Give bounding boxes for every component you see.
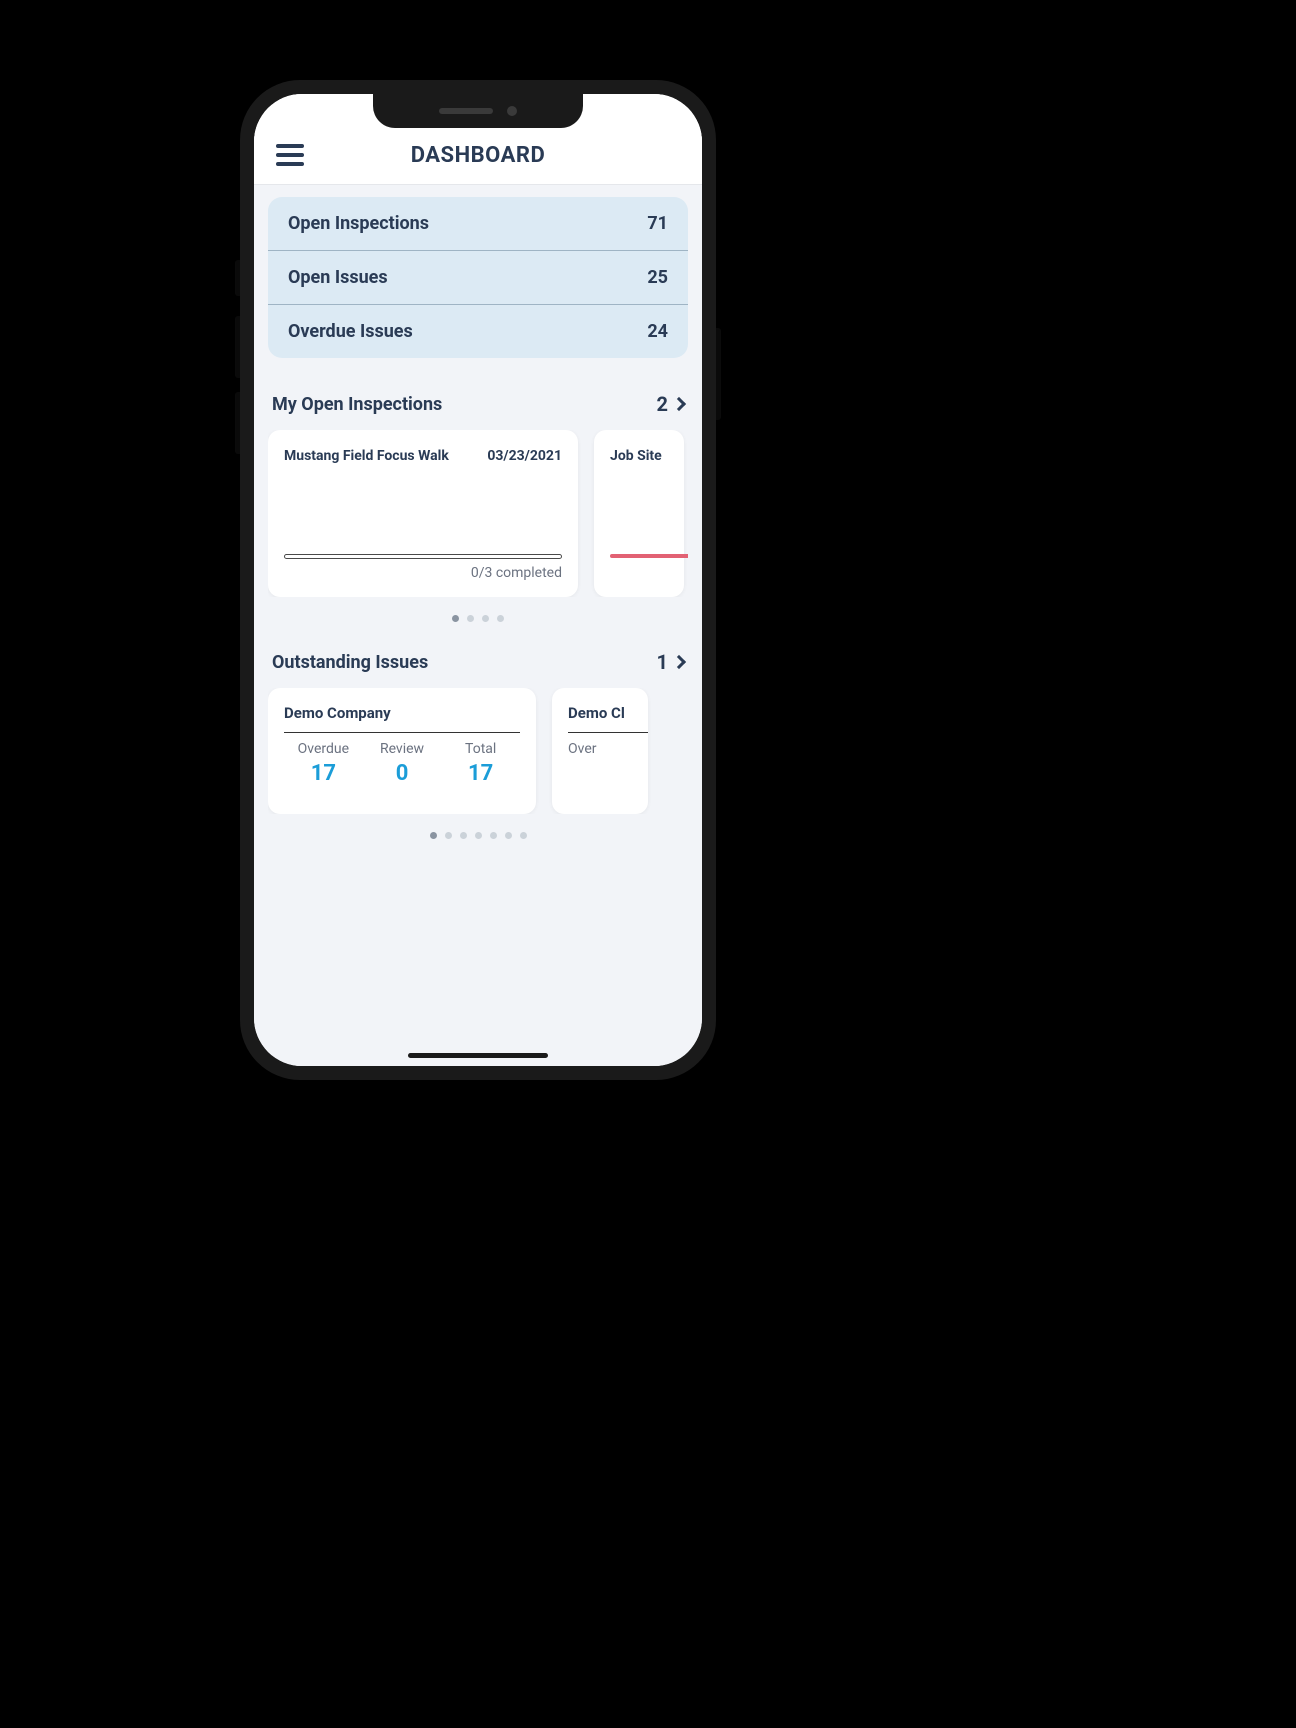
- stat-label: Open Issues: [288, 267, 388, 288]
- app-screen: DASHBOARD Open Inspections 71 Open Issue…: [254, 94, 702, 1066]
- pager-dot[interactable]: [467, 615, 474, 622]
- inspection-card[interactable]: Job Site: [594, 430, 684, 597]
- issue-col-value: 0: [363, 761, 442, 786]
- inspection-name: Job Site: [610, 448, 662, 464]
- progress-text: 0/3 completed: [284, 565, 562, 581]
- menu-icon[interactable]: [276, 144, 304, 166]
- pager-dot[interactable]: [445, 832, 452, 839]
- stat-row-open-inspections[interactable]: Open Inspections 71: [268, 197, 688, 251]
- issue-col-value: 17: [284, 761, 363, 786]
- pager-dot[interactable]: [497, 615, 504, 622]
- phone-notch: [373, 94, 583, 128]
- pager-dot[interactable]: [475, 832, 482, 839]
- phone-frame: DASHBOARD Open Inspections 71 Open Issue…: [240, 80, 716, 1080]
- pager-dot[interactable]: [505, 832, 512, 839]
- issue-col-label: Over: [568, 741, 597, 757]
- section-title: My Open Inspections: [272, 394, 442, 415]
- stat-row-overdue-issues[interactable]: Overdue Issues 24: [268, 305, 688, 358]
- stat-value: 24: [647, 321, 668, 342]
- issues-carousel[interactable]: Demo Company Overdue 17 Review 0: [268, 688, 688, 814]
- progress-bar: [284, 554, 562, 559]
- issue-card[interactable]: Demo Cl Over: [552, 688, 648, 814]
- summary-stats-card: Open Inspections 71 Open Issues 25 Overd…: [268, 197, 688, 358]
- stat-value: 71: [647, 213, 668, 234]
- inspection-name: Mustang Field Focus Walk: [284, 448, 449, 464]
- chevron-right-icon: [672, 397, 686, 411]
- section-header-open-inspections[interactable]: My Open Inspections 2: [268, 392, 688, 430]
- issue-company: Demo Company: [284, 704, 520, 722]
- section-count: 1: [657, 650, 668, 674]
- issue-card[interactable]: Demo Company Overdue 17 Review 0: [268, 688, 536, 814]
- inspection-card[interactable]: Mustang Field Focus Walk 03/23/2021 0/3 …: [268, 430, 578, 597]
- stat-label: Open Inspections: [288, 213, 429, 234]
- home-indicator[interactable]: [408, 1053, 548, 1058]
- stat-value: 25: [647, 267, 668, 288]
- page-title: DASHBOARD: [254, 143, 702, 168]
- issue-col-label: Overdue: [284, 741, 363, 757]
- pager-dot[interactable]: [490, 832, 497, 839]
- pager-dot[interactable]: [520, 832, 527, 839]
- issue-col-label: Total: [441, 741, 520, 757]
- stat-row-open-issues[interactable]: Open Issues 25: [268, 251, 688, 305]
- issue-company: Demo Cl: [568, 704, 648, 722]
- section-title: Outstanding Issues: [272, 652, 428, 673]
- issue-col-label: Review: [363, 741, 442, 757]
- pager-dot[interactable]: [452, 615, 459, 622]
- pager-dot[interactable]: [430, 832, 437, 839]
- stat-label: Overdue Issues: [288, 321, 413, 342]
- section-count: 2: [657, 392, 668, 416]
- pager-dot[interactable]: [460, 832, 467, 839]
- carousel-pager: [268, 832, 688, 839]
- chevron-right-icon: [672, 655, 686, 669]
- section-header-outstanding-issues[interactable]: Outstanding Issues 1: [268, 650, 688, 688]
- inspection-date: 03/23/2021: [487, 448, 562, 464]
- pager-dot[interactable]: [482, 615, 489, 622]
- inspections-carousel[interactable]: Mustang Field Focus Walk 03/23/2021 0/3 …: [268, 430, 688, 597]
- carousel-pager: [268, 615, 688, 622]
- progress-bar: [610, 554, 688, 558]
- issue-col-value: 17: [441, 761, 520, 786]
